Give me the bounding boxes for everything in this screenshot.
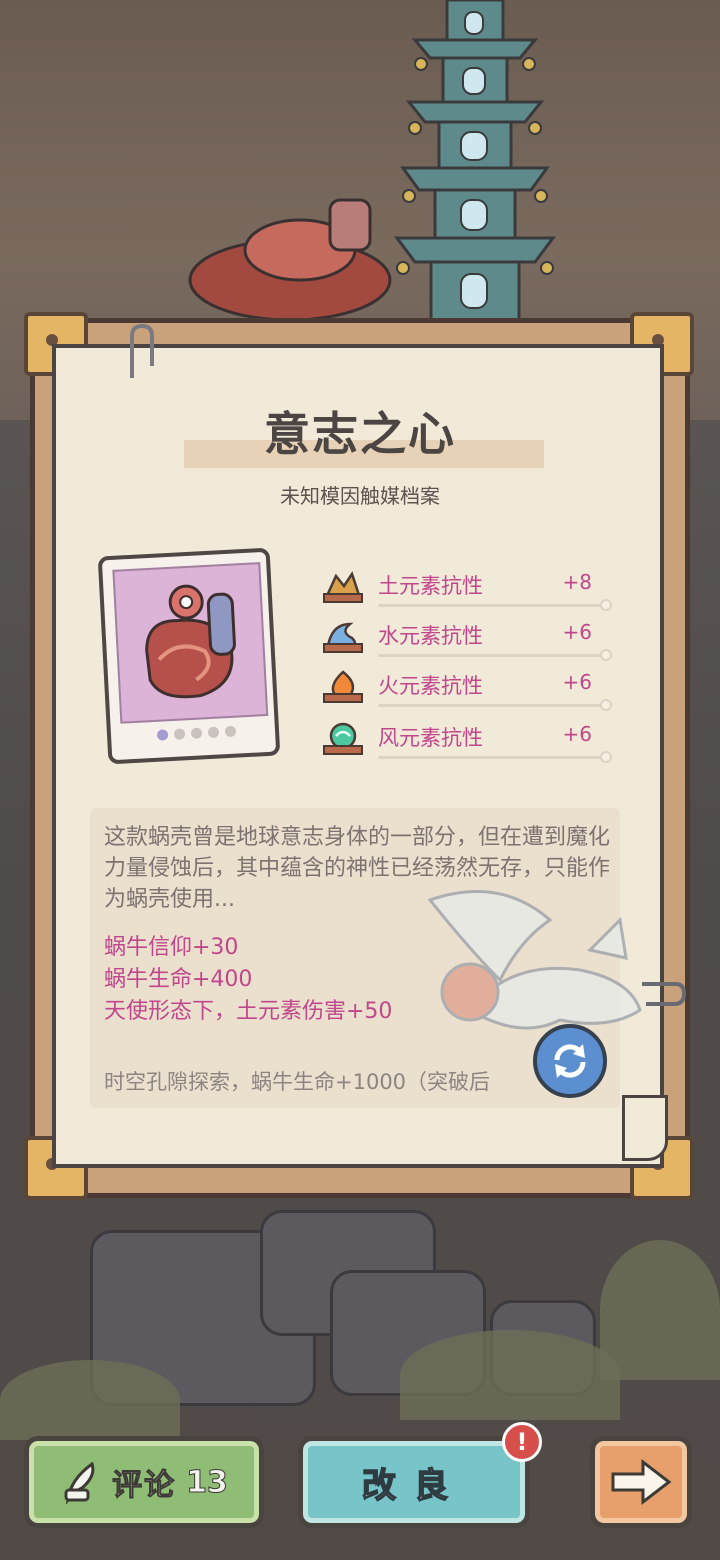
paper-clip-icon	[642, 982, 686, 1006]
comment-count: 13	[186, 1464, 229, 1500]
stat-fire-resistance: 火元素抗性 +6	[322, 664, 612, 711]
background-grass	[0, 1360, 180, 1440]
breakthrough-note: 时空孔隙探索，蜗牛生命+1000（突破后	[104, 1070, 491, 1094]
next-button[interactable]	[590, 1436, 692, 1528]
stat-bar	[378, 704, 608, 707]
stat-bar	[378, 604, 608, 607]
quill-icon	[64, 1461, 95, 1504]
stat-earth-resistance: 土元素抗性 +8	[322, 564, 612, 611]
earth-element-icon	[323, 571, 363, 603]
stat-value: +8	[562, 570, 592, 594]
stat-value: +6	[562, 670, 592, 694]
fire-element-icon	[323, 670, 363, 703]
page-dot[interactable]	[190, 727, 203, 739]
stat-water-resistance: 水元素抗性 +6	[322, 614, 612, 661]
page-dot[interactable]	[207, 726, 220, 739]
item-portrait[interactable]	[97, 547, 281, 765]
stat-name: 风元素抗性	[378, 726, 483, 750]
stat-bar-knob	[600, 599, 612, 611]
page-curl	[622, 1095, 668, 1161]
notification-badge: !	[502, 1422, 542, 1462]
item-title: 意志之心	[264, 407, 456, 461]
comment-button[interactable]: 评论 13	[24, 1436, 264, 1528]
arrow-right-icon	[611, 1458, 672, 1506]
page-dot[interactable]	[224, 725, 237, 738]
refresh-icon	[554, 1044, 586, 1078]
item-subtitle: 未知模因触媒档案	[280, 484, 440, 508]
upgrade-label: 改良	[361, 1465, 466, 1507]
comment-label: 评论	[112, 1468, 177, 1504]
item-image	[112, 562, 269, 724]
angel-dragon-illustration	[427, 890, 642, 1030]
stat-name: 水元素抗性	[378, 624, 483, 648]
stat-bar	[378, 756, 608, 759]
stat-value: +6	[562, 620, 592, 644]
stat-name: 土元素抗性	[378, 574, 483, 598]
stat-bar-knob	[600, 699, 612, 711]
stat-bar-knob	[600, 649, 612, 661]
stat-value: +6	[562, 722, 592, 746]
image-page-indicator[interactable]	[156, 725, 237, 741]
stat-name: 火元素抗性	[378, 674, 483, 698]
refresh-button[interactable]	[533, 1024, 607, 1098]
stat-wind-resistance: 风元素抗性 +6	[322, 716, 612, 763]
wind-element-icon	[323, 722, 363, 755]
page-dot[interactable]	[173, 728, 186, 740]
stat-bar	[378, 654, 608, 657]
page-dot-active[interactable]	[156, 729, 169, 741]
pagoda-tower	[394, 0, 556, 320]
upgrade-button[interactable]: 改良	[298, 1436, 530, 1528]
snail-heart-shell-icon	[145, 584, 236, 699]
background-creature	[188, 198, 392, 320]
background-grass	[600, 1240, 720, 1380]
water-element-icon	[323, 622, 363, 653]
background-grass	[400, 1330, 620, 1420]
stat-bar-knob	[600, 751, 612, 763]
paper-clip-icon	[130, 323, 154, 378]
